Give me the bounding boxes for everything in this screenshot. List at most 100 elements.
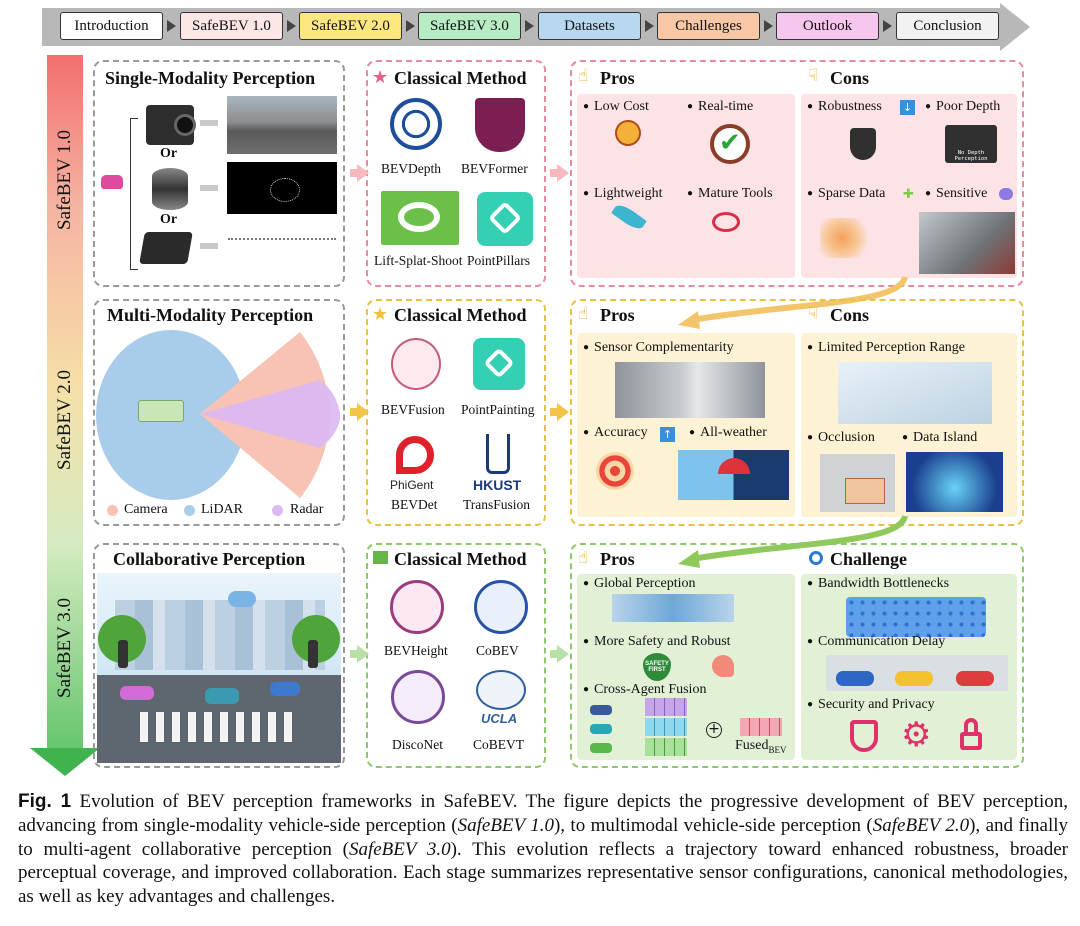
feature-grid-3 <box>645 738 687 756</box>
arrow-icon <box>357 164 369 182</box>
bracket <box>130 118 138 270</box>
pros-title: Pros <box>600 68 635 88</box>
gear-icon: ⚙ <box>901 715 932 755</box>
pro-item: Real-time <box>687 99 753 115</box>
fused-bev-label: FusedBEV <box>735 738 786 755</box>
con-item: Sensitive <box>925 186 987 202</box>
stage-chip-outlook: Outlook <box>776 12 879 40</box>
check-icon: ✔ <box>719 128 741 158</box>
camera-lens-icon <box>174 114 196 136</box>
thumbs-up-icon: ☝ <box>578 304 589 324</box>
target-icon <box>596 452 634 490</box>
bevfusion-logo <box>391 338 441 390</box>
delay-car-yellow <box>895 671 933 686</box>
nvidia-eye-icon <box>398 202 440 232</box>
phigent-text: PhiGent <box>390 478 434 492</box>
thumbs-down-icon: ☟ <box>808 66 819 86</box>
ego-vehicle <box>138 400 184 422</box>
vertical-label-safebev1: SafeBEV 1.0 <box>54 130 75 230</box>
method-label: CoBEVT <box>473 737 525 752</box>
lidar-points <box>270 178 300 202</box>
or-label: Or <box>160 146 178 161</box>
chevron-icon <box>167 20 176 32</box>
collaborative-title: Collaborative Perception <box>113 549 306 569</box>
caption-emph: SafeBEV 2.0 <box>872 814 970 836</box>
tools-icon <box>712 212 740 232</box>
feature-grid-2 <box>645 718 687 736</box>
con-item: Poor Depth <box>925 99 1000 115</box>
legend-camera-label: Camera <box>124 502 168 517</box>
shield-crack-icon <box>850 128 876 160</box>
thumbs-down-icon: ☟ <box>808 304 819 324</box>
pros-title: Pros <box>600 305 635 325</box>
arrow-icon <box>200 120 218 126</box>
stage-chip-safebev3: SafeBEV 3.0 <box>418 12 521 40</box>
classical-method-title: Classical Method <box>394 549 527 569</box>
agent-car-3 <box>590 743 612 753</box>
legend-radar-label: Radar <box>290 502 324 517</box>
thumbs-up-icon: ☝ <box>578 548 589 568</box>
pro-item: Accuracy <box>583 425 648 441</box>
pro-item: Global Perception <box>583 576 695 592</box>
evolution-arrow-head <box>30 748 100 776</box>
phigent-logo <box>396 436 434 474</box>
figure-caption: Fig. 1 Evolution of BEV perception frame… <box>18 790 1068 909</box>
up-arrow-icon: ↑ <box>660 427 675 442</box>
rain-image <box>919 212 1015 274</box>
disconet-logo <box>391 670 445 724</box>
crosswalk <box>140 712 300 742</box>
caption-text: ), to multimodal vehicle-side perception… <box>553 814 873 836</box>
method-label: BEVFormer <box>461 161 528 176</box>
coin-hand-icon <box>615 120 641 146</box>
classical-method-title: Classical Method <box>394 305 527 325</box>
radar-points <box>228 238 336 241</box>
cobev-logo <box>474 580 528 634</box>
traffic-light-left <box>118 640 128 668</box>
classical-method-title: Classical Method <box>394 68 527 88</box>
pro-item: Lightweight <box>583 186 662 202</box>
stage-chip-introduction: Introduction <box>60 12 163 40</box>
chevron-icon <box>883 20 892 32</box>
ucla-text: UCLA <box>481 711 518 726</box>
no-depth-text: No Depth Perception <box>954 150 988 162</box>
stage-chip-conclusion: Conclusion <box>896 12 999 40</box>
flag-icon <box>373 551 388 564</box>
con-item: Robustness <box>807 99 882 115</box>
occlusion-truck <box>845 478 885 504</box>
caption-emph: SafeBEV 3.0 <box>348 838 451 860</box>
fusion-operator-icon: + <box>706 722 722 738</box>
legend-radar-dot <box>272 505 283 516</box>
method-label: PointPainting <box>461 402 535 417</box>
magnifier-icon <box>809 551 823 565</box>
data-island-image <box>906 452 1003 512</box>
traffic-light-right <box>308 640 318 668</box>
cons-title: Cons <box>830 305 870 325</box>
method-label: CoBEV <box>476 643 519 658</box>
arrow-icon <box>557 164 569 182</box>
con-item: Data Island <box>902 430 977 446</box>
camera-image <box>227 96 337 154</box>
car-teal <box>205 688 239 704</box>
figure-number: Fig. 1 <box>18 791 72 812</box>
puzzle-hands-image <box>615 362 765 418</box>
pro-item: Cross-Agent Fusion <box>583 682 706 698</box>
caption-emph: SafeBEV 1.0 <box>457 814 554 836</box>
single-modality-title: Single-Modality Perception <box>105 68 316 88</box>
global-perception-image <box>612 594 734 622</box>
or-label: Or <box>160 212 178 227</box>
lidar-icon <box>152 168 188 210</box>
car-blue <box>270 682 300 696</box>
rain-icon <box>999 188 1013 200</box>
stage-chip-challenges: Challenges <box>657 12 760 40</box>
chevron-icon <box>645 20 654 32</box>
arrow-icon <box>200 185 218 191</box>
pro-item: Low Cost <box>583 99 649 115</box>
star-icon: ★ <box>372 304 389 325</box>
arrow-icon <box>557 645 569 663</box>
car-purple <box>120 686 154 700</box>
challenge-item: Security and Privacy <box>807 697 935 713</box>
shield-icon <box>850 720 878 752</box>
con-item: Occlusion <box>807 430 875 446</box>
car-icon <box>101 175 123 189</box>
stage-chip-datasets: Datasets <box>538 12 641 40</box>
